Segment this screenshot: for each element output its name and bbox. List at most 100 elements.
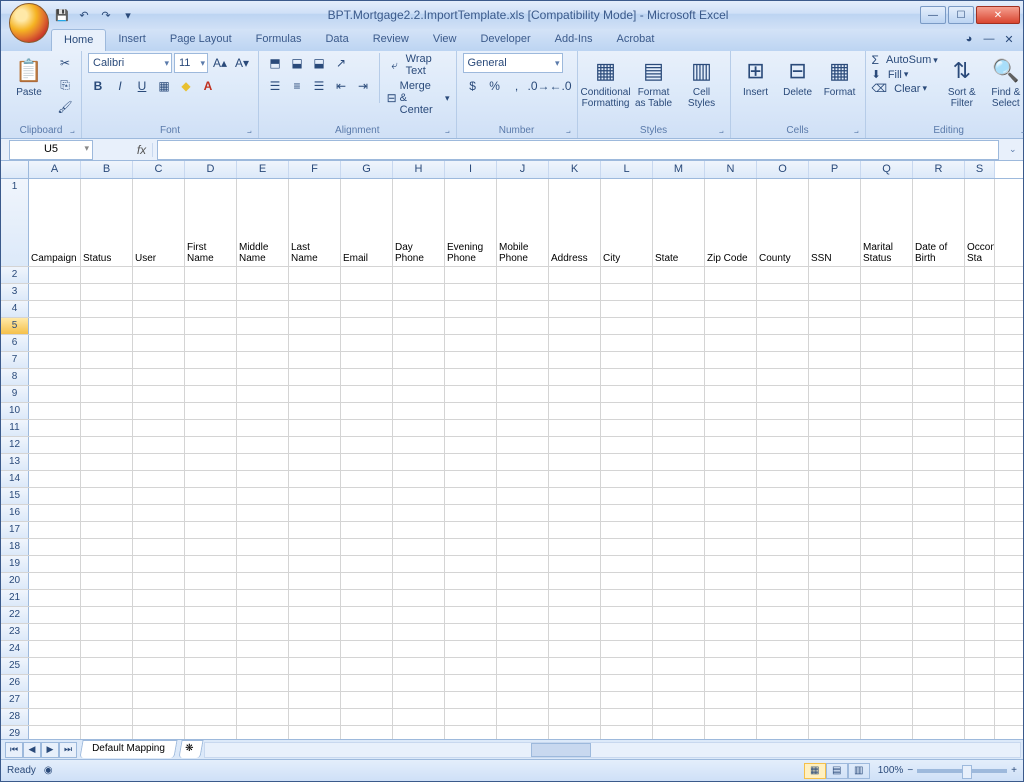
cell[interactable] <box>601 539 653 555</box>
cell[interactable] <box>601 454 653 470</box>
cell[interactable] <box>133 403 185 419</box>
cell[interactable] <box>809 505 861 521</box>
cell[interactable] <box>185 692 237 708</box>
column-header[interactable]: F <box>289 161 341 178</box>
cell[interactable] <box>601 403 653 419</box>
indent-increase-icon[interactable]: ⇥ <box>353 76 373 96</box>
cell[interactable] <box>29 403 81 419</box>
cell[interactable] <box>549 471 601 487</box>
cell[interactable] <box>861 709 913 725</box>
cell[interactable] <box>913 301 965 317</box>
cell[interactable] <box>133 488 185 504</box>
header-cell[interactable]: User <box>133 179 185 266</box>
cell[interactable] <box>237 726 289 739</box>
cell[interactable] <box>601 318 653 334</box>
comma-icon[interactable]: , <box>507 76 527 96</box>
cell[interactable] <box>549 488 601 504</box>
cell[interactable] <box>861 624 913 640</box>
cell[interactable] <box>237 420 289 436</box>
cell[interactable] <box>757 539 809 555</box>
cell[interactable] <box>289 437 341 453</box>
cell[interactable] <box>393 675 445 691</box>
cell[interactable] <box>913 471 965 487</box>
cell[interactable] <box>185 658 237 674</box>
tab-home[interactable]: Home <box>51 29 106 51</box>
cell[interactable] <box>913 692 965 708</box>
cell[interactable] <box>497 318 549 334</box>
cell[interactable] <box>81 369 133 385</box>
cell[interactable] <box>289 352 341 368</box>
cell[interactable] <box>757 335 809 351</box>
cell[interactable] <box>185 386 237 402</box>
cell[interactable] <box>393 420 445 436</box>
cell[interactable] <box>497 692 549 708</box>
cell[interactable] <box>549 522 601 538</box>
cell[interactable] <box>133 454 185 470</box>
cell[interactable] <box>653 369 705 385</box>
header-cell[interactable]: SSN <box>809 179 861 266</box>
cell[interactable] <box>913 675 965 691</box>
cell[interactable] <box>601 420 653 436</box>
cell[interactable] <box>653 335 705 351</box>
cell[interactable] <box>29 590 81 606</box>
cell[interactable] <box>601 556 653 572</box>
column-header[interactable]: E <box>237 161 289 178</box>
header-cell[interactable]: Status <box>81 179 133 266</box>
tab-add-ins[interactable]: Add-Ins <box>543 29 605 51</box>
zoom-in-button[interactable]: + <box>1011 765 1017 776</box>
cell[interactable] <box>965 539 995 555</box>
cell[interactable] <box>757 505 809 521</box>
cell[interactable] <box>445 420 497 436</box>
cell[interactable] <box>809 454 861 470</box>
cell[interactable] <box>341 607 393 623</box>
cell[interactable] <box>757 726 809 739</box>
decrease-decimal-icon[interactable]: ←.0 <box>551 76 571 96</box>
cell[interactable] <box>185 454 237 470</box>
cell[interactable] <box>549 556 601 572</box>
cell[interactable] <box>185 709 237 725</box>
cell[interactable] <box>133 284 185 300</box>
cell[interactable] <box>393 318 445 334</box>
cell[interactable] <box>393 539 445 555</box>
cell[interactable] <box>393 709 445 725</box>
cell[interactable] <box>965 437 995 453</box>
cell[interactable] <box>965 522 995 538</box>
cell[interactable] <box>445 488 497 504</box>
header-cell[interactable]: Address <box>549 179 601 266</box>
column-header[interactable]: K <box>549 161 601 178</box>
cell[interactable] <box>81 573 133 589</box>
cell[interactable] <box>81 709 133 725</box>
cell[interactable] <box>965 454 995 470</box>
cell[interactable] <box>445 386 497 402</box>
cell[interactable] <box>965 556 995 572</box>
cell[interactable] <box>237 352 289 368</box>
cell[interactable] <box>393 505 445 521</box>
row-header[interactable]: 24 <box>1 641 29 657</box>
cell[interactable] <box>601 573 653 589</box>
cell[interactable] <box>29 284 81 300</box>
header-cell[interactable]: Evening Phone <box>445 179 497 266</box>
cell[interactable] <box>133 692 185 708</box>
zoom-level[interactable]: 100% <box>878 765 904 776</box>
tab-data[interactable]: Data <box>313 29 360 51</box>
cell[interactable] <box>29 471 81 487</box>
cell[interactable] <box>549 658 601 674</box>
cell[interactable] <box>237 471 289 487</box>
column-header[interactable]: G <box>341 161 393 178</box>
cell[interactable] <box>549 454 601 470</box>
cell[interactable] <box>861 726 913 739</box>
cell[interactable] <box>809 301 861 317</box>
cell[interactable] <box>445 573 497 589</box>
cell[interactable] <box>393 352 445 368</box>
cell[interactable] <box>29 386 81 402</box>
cell[interactable] <box>81 624 133 640</box>
cell[interactable] <box>653 267 705 283</box>
cell[interactable] <box>289 556 341 572</box>
cell[interactable] <box>81 641 133 657</box>
cell[interactable] <box>601 590 653 606</box>
cell[interactable] <box>289 709 341 725</box>
cell[interactable] <box>289 505 341 521</box>
clear-button[interactable]: ⌫ Clear▾ <box>872 82 938 95</box>
cell[interactable] <box>913 437 965 453</box>
cell[interactable] <box>445 403 497 419</box>
